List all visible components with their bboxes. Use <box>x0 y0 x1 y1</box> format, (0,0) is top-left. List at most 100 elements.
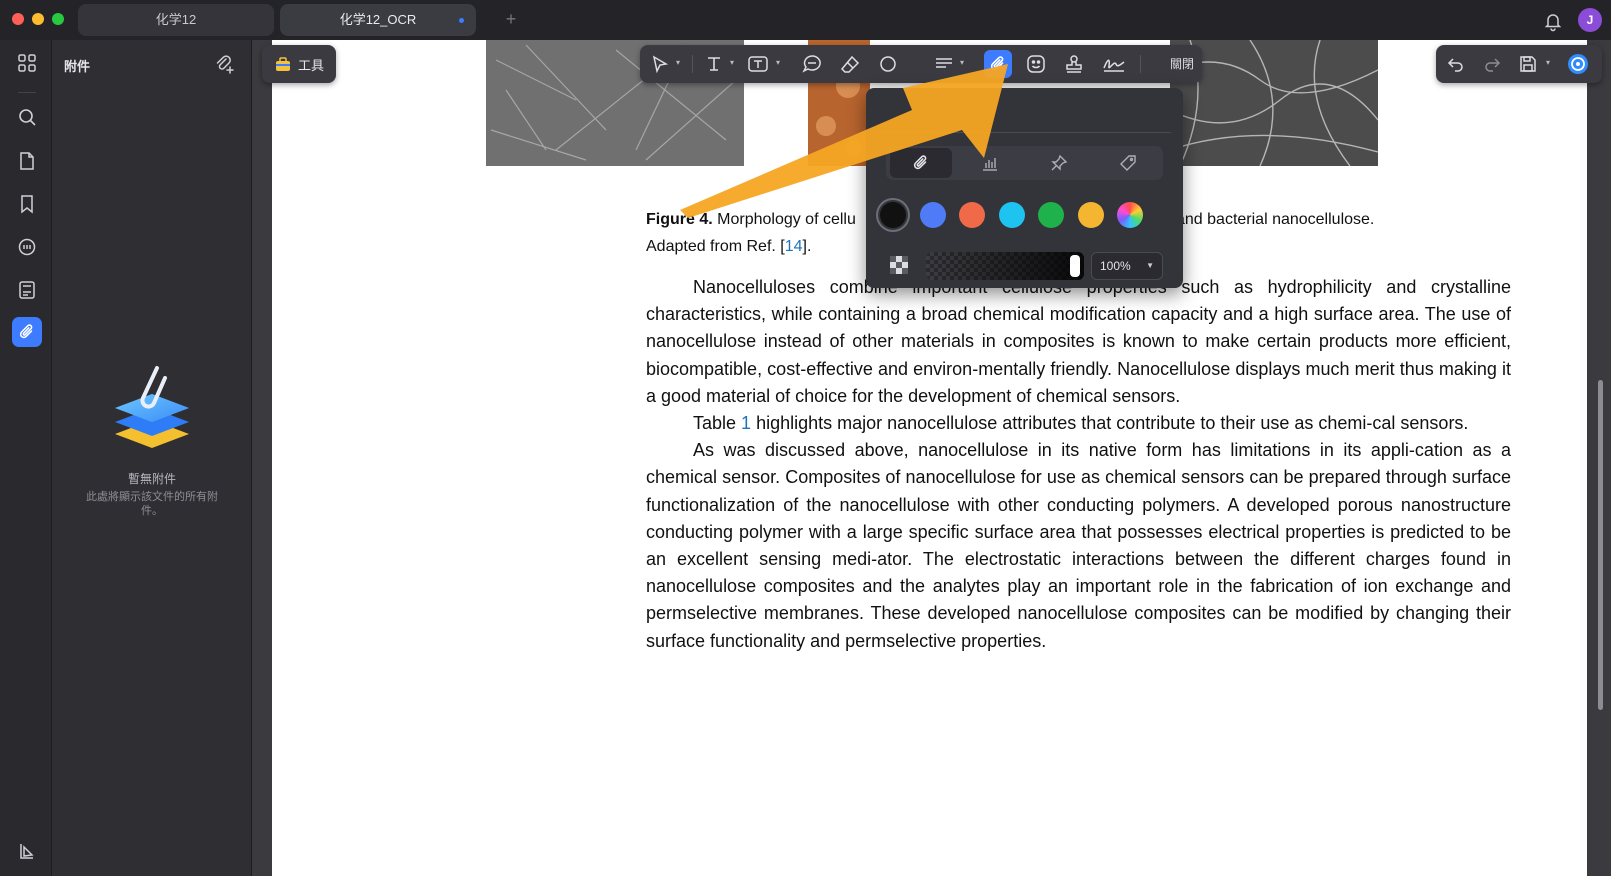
color-swatch[interactable] <box>1077 202 1104 228</box>
chevron-down-icon[interactable]: ▾ <box>1546 59 1554 67</box>
add-attachment-icon[interactable] <box>212 52 236 76</box>
chevron-down-icon[interactable]: ▾ <box>960 59 968 67</box>
chevron-down-icon[interactable]: ▾ <box>730 59 738 67</box>
tab-pushpin[interactable] <box>1028 148 1090 178</box>
paragraph-text: Table <box>693 413 742 434</box>
reference-link[interactable]: 14 <box>785 238 803 255</box>
caption-ref-suffix: ]. <box>802 238 812 255</box>
note-tool-button[interactable] <box>798 50 826 78</box>
tab-document-2[interactable]: 化学12_OCR <box>280 4 476 36</box>
opacity-select[interactable]: 100% ▼ <box>1091 252 1163 280</box>
area-highlight-tool-button[interactable] <box>930 50 958 78</box>
unsaved-dot <box>459 18 464 23</box>
opacity-checker-icon <box>890 256 908 274</box>
popup-divider <box>878 132 1171 133</box>
body-text: Nanocelluloses combine important cellulo… <box>646 274 1511 655</box>
new-tab-button[interactable]: + <box>500 8 522 30</box>
thumbnails-button[interactable] <box>12 48 42 78</box>
attachment-icon <box>19 324 33 339</box>
vertical-scrollbar[interactable] <box>1598 380 1603 710</box>
form-icon <box>19 281 35 299</box>
grid-icon <box>18 54 36 72</box>
search-button[interactable] <box>12 102 42 132</box>
zoom-window-button[interactable] <box>52 13 64 25</box>
tools-button[interactable]: 工具 <box>262 45 336 83</box>
opacity-value: 100% <box>1100 259 1131 273</box>
paragraph-2: Table 1 highlights major nanocellulose a… <box>646 410 1511 437</box>
undo-icon <box>1447 58 1463 72</box>
paragraph-text: Nanocelluloses combine important cellulo… <box>646 277 1511 406</box>
redo-button[interactable] <box>1478 50 1506 78</box>
attachments-panel: 附件 暫無附件 此處將顯示該文件的所有附件。 <box>52 40 252 876</box>
chevron-down-icon[interactable]: ▾ <box>676 59 684 67</box>
stamp-tool-button[interactable] <box>1060 50 1088 78</box>
color-swatch[interactable] <box>1038 202 1064 228</box>
forms-button[interactable] <box>12 275 42 305</box>
toolbox-icon <box>275 57 290 71</box>
app-window: 化学12 化学12_OCR + J 附件 暫無附件 此處將顯示該文件的所有附件。… <box>0 0 1611 876</box>
pages-button[interactable] <box>12 146 42 176</box>
save-button[interactable] <box>1514 50 1542 78</box>
bookmarks-button[interactable] <box>12 189 42 219</box>
tab-tag[interactable] <box>1097 148 1159 178</box>
signature-tool-button[interactable] <box>1100 50 1128 78</box>
color-swatch[interactable] <box>998 202 1025 228</box>
sidebar-toggle-button[interactable] <box>12 836 42 866</box>
tab-document-1[interactable]: 化学12 <box>78 4 274 36</box>
paragraph-1: Nanocelluloses combine important cellulo… <box>646 274 1511 410</box>
opacity-slider[interactable] <box>926 252 1084 280</box>
rail-divider <box>18 92 36 93</box>
attachment-tool-button[interactable] <box>984 50 1012 78</box>
attachment-icon-tabs <box>886 146 1163 180</box>
tab-graph[interactable] <box>959 148 1021 178</box>
paragraph-3: As was discussed above, nanocellulose in… <box>646 437 1511 655</box>
annotation-toolbar: ▾ ▾ ▾ ▾ 關閉 <box>640 45 1202 83</box>
area-highlight-icon <box>936 58 952 68</box>
undo-button[interactable] <box>1442 50 1470 78</box>
sticker-icon <box>1027 55 1045 73</box>
ai-assistant-button[interactable] <box>1564 50 1592 78</box>
tag-icon <box>1120 155 1136 171</box>
table-link[interactable]: 1 <box>741 413 751 433</box>
color-swatch[interactable] <box>919 202 946 228</box>
textbox-tool-button[interactable] <box>744 50 772 78</box>
minimize-window-button[interactable] <box>32 13 44 25</box>
caption-text-start: Morphology of cellu <box>712 211 856 228</box>
color-swatch[interactable] <box>1117 202 1143 228</box>
attachment-style-popup: 100% ▼ <box>866 88 1183 288</box>
chevron-down-icon[interactable]: ▾ <box>776 59 784 67</box>
paperclip-icon <box>913 155 927 170</box>
empty-state-title: 暫無附件 <box>127 472 176 486</box>
paragraph-text: As was discussed above, nanocellulose in… <box>646 440 1511 651</box>
sidebar-toggle-icon <box>20 844 34 859</box>
shape-tool-button[interactable] <box>874 50 902 78</box>
notification-bell-icon[interactable] <box>1542 10 1564 32</box>
caption-text-end: and bacterial nanocellulose. <box>1176 211 1375 228</box>
text-tool-button[interactable] <box>700 50 728 78</box>
history-toolbar: ▾ <box>1436 45 1602 83</box>
tab-paperclip[interactable] <box>890 148 952 178</box>
eraser-tool-button[interactable] <box>836 50 864 78</box>
tab-label: 化学12_OCR <box>339 12 417 27</box>
pushpin-icon <box>1051 154 1068 171</box>
sticker-tool-button[interactable] <box>1022 50 1050 78</box>
opacity-slider-thumb[interactable] <box>1070 255 1080 277</box>
opacity-slider-fill <box>926 252 1084 280</box>
comments-button[interactable] <box>12 232 42 262</box>
select-tool-button[interactable] <box>646 50 674 78</box>
color-swatch[interactable] <box>880 202 906 228</box>
close-window-button[interactable] <box>12 13 24 25</box>
comment-icon <box>18 238 36 256</box>
bar-graph-icon <box>983 158 997 171</box>
user-avatar[interactable]: J <box>1578 8 1602 32</box>
attachments-button[interactable] <box>12 317 42 347</box>
empty-attachments-illustration <box>115 366 189 448</box>
tab-label: 化学12 <box>155 12 197 27</box>
color-swatch[interactable] <box>959 202 985 228</box>
ai-icon <box>1568 54 1588 74</box>
title-bar: 化学12 化学12_OCR + J <box>0 0 1611 40</box>
caption-ref-prefix: Adapted from Ref. [ <box>646 238 785 255</box>
close-toolbar-button[interactable]: 關閉 <box>1168 50 1196 78</box>
left-icon-rail <box>0 40 52 876</box>
toolbar-divider <box>1140 55 1141 73</box>
